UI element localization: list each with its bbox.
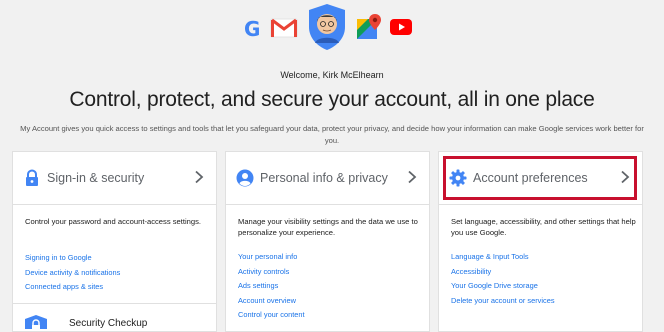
shield-icon — [25, 315, 47, 329]
welcome-text: Welcome, Kirk McElhearn — [280, 70, 384, 80]
link-list: Language & Input Tools Accessibility You… — [451, 250, 555, 308]
link-activity-controls[interactable]: Activity controls — [238, 265, 305, 280]
link-delete-account[interactable]: Delete your account or services — [451, 294, 555, 309]
card-description: Set language, accessibility, and other s… — [451, 217, 636, 237]
link-device-activity[interactable]: Device activity & notifications — [25, 266, 120, 281]
link-drive-storage[interactable]: Your Google Drive storage — [451, 279, 555, 294]
link-signing-in[interactable]: Signing in to Google — [25, 251, 120, 266]
chevron-right-icon[interactable] — [194, 170, 204, 184]
lock-icon — [26, 169, 38, 186]
app-icon-strip: G — [0, 0, 664, 58]
link-account-overview[interactable]: Account overview — [238, 294, 305, 309]
card-header-sign-in-security[interactable]: Sign-in & security — [13, 152, 216, 205]
link-list: Signing in to Google Device activity & n… — [25, 251, 120, 295]
card-title: Personal info & privacy — [260, 171, 388, 185]
link-personal-info[interactable]: Your personal info — [238, 250, 305, 265]
link-control-content[interactable]: Control your content — [238, 308, 305, 323]
avatar[interactable] — [307, 3, 347, 51]
page-title: Control, protect, and secure your accoun… — [69, 88, 595, 111]
google-g-icon[interactable]: G — [244, 18, 262, 40]
card-description: Manage your visibility settings and the … — [238, 217, 418, 237]
link-accessibility[interactable]: Accessibility — [451, 265, 555, 280]
highlight-box — [443, 156, 637, 200]
maps-icon[interactable] — [356, 13, 382, 41]
card-header-personal-info[interactable]: Personal info & privacy — [226, 152, 429, 205]
link-connected-apps[interactable]: Connected apps & sites — [25, 280, 120, 295]
card-sign-in-security: Sign-in & security Control your password… — [12, 151, 217, 332]
intro-text: My Account gives you quick access to set… — [20, 124, 644, 145]
card-description: Control your password and account-access… — [25, 217, 202, 226]
link-language-input[interactable]: Language & Input Tools — [451, 250, 555, 265]
security-checkup[interactable]: Security Checkup — [13, 303, 216, 332]
security-checkup-label: Security Checkup — [69, 318, 148, 329]
gmail-icon[interactable] — [270, 17, 298, 39]
link-ads-settings[interactable]: Ads settings — [238, 279, 305, 294]
youtube-icon[interactable] — [390, 19, 412, 35]
chevron-right-icon[interactable] — [407, 170, 417, 184]
card-personal-info-privacy: Personal info & privacy Manage your visi… — [225, 151, 430, 332]
card-title: Sign-in & security — [47, 171, 145, 185]
person-icon — [236, 169, 254, 187]
link-list: Your personal info Activity controls Ads… — [238, 250, 305, 323]
